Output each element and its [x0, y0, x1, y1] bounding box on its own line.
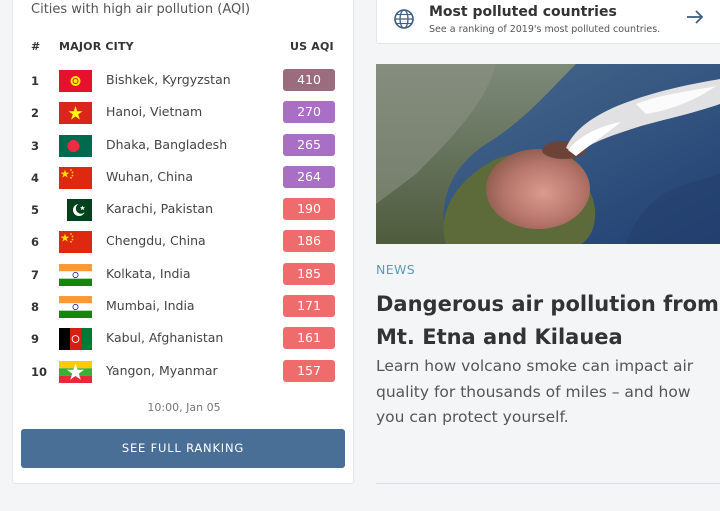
- city-name: Yangon, Myanmar: [106, 362, 218, 378]
- aqi-badge: 270: [283, 101, 335, 124]
- ranking-row[interactable]: 3 Dhaka, Bangladesh 265: [13, 130, 355, 162]
- rank-number: 10: [31, 364, 48, 379]
- china-flag-icon: [59, 166, 92, 189]
- ranking-row[interactable]: 1 Bishkek, Kyrgyzstan 410: [13, 65, 355, 97]
- aqi-badge: 190: [283, 198, 335, 221]
- city-name: Karachi, Pakistan: [106, 201, 213, 217]
- india-flag-icon: [59, 263, 92, 286]
- article-description: Learn how volcano smoke can impact air q…: [376, 357, 694, 426]
- ranking-row[interactable]: 4 Wuhan, China 264: [13, 162, 355, 194]
- aqi-badge: 185: [283, 262, 335, 285]
- city-name: Mumbai, India: [106, 298, 195, 314]
- page: Cities with high air pollution (AQI) # M…: [0, 0, 720, 511]
- aqi-badge: 161: [283, 327, 335, 350]
- ranking-list: 1 Bishkek, Kyrgyzstan 410 2 Hanoi, Vietn…: [13, 65, 355, 388]
- city-name: Kabul, Afghanistan: [106, 330, 224, 346]
- city-column-header: MAJOR CITY: [59, 40, 134, 53]
- ranking-row[interactable]: 8 Mumbai, India 171: [13, 291, 355, 323]
- rank-number: 4: [31, 170, 40, 185]
- city-name: Hanoi, Vietnam: [106, 104, 203, 120]
- ranking-row[interactable]: 9 Kabul, Afghanistan 161: [13, 323, 355, 355]
- countries-card-title: Most polluted countries: [429, 4, 617, 20]
- ranking-row[interactable]: 6 Chengdu, China 186: [13, 226, 355, 258]
- aqi-badge: 157: [283, 359, 335, 382]
- city-name: Dhaka, Bangladesh: [106, 136, 228, 152]
- timestamp-text: 10:00, Jan 05: [147, 401, 221, 414]
- rank-number: 7: [31, 267, 40, 282]
- aqi-column-header: US AQI: [290, 40, 334, 53]
- countries-card-subtitle: See a ranking of 2019's most polluted co…: [429, 24, 661, 35]
- china-flag-icon: [59, 231, 92, 254]
- rank-column-header: #: [31, 40, 41, 53]
- city-ranking-card: Cities with high air pollution (AQI) # M…: [12, 0, 354, 484]
- myanmar-flag-icon: [59, 360, 92, 383]
- aqi-badge: 264: [283, 165, 335, 188]
- kyrgyzstan-flag-icon: [59, 70, 92, 92]
- city-name: Kolkata, India: [106, 265, 191, 281]
- bangladesh-flag-icon: [59, 134, 92, 157]
- india-flag-icon: [59, 296, 92, 319]
- article-tag: NEWS: [376, 262, 416, 277]
- rank-number: 6: [31, 235, 40, 250]
- section-divider: [376, 483, 720, 484]
- rank-number: 2: [31, 106, 40, 121]
- volcano-article-image[interactable]: [376, 64, 720, 244]
- aqi-badge: 186: [283, 230, 335, 253]
- afghanistan-flag-icon: [59, 328, 92, 351]
- arrow-right-icon[interactable]: [685, 7, 705, 27]
- rank-number: 5: [31, 203, 40, 218]
- aqi-badge: 171: [283, 295, 335, 318]
- ranking-row[interactable]: 7 Kolkata, India 185: [13, 259, 355, 291]
- aqi-badge: 410: [283, 69, 335, 91]
- rank-number: 9: [31, 332, 40, 347]
- aqi-badge: 265: [283, 133, 335, 156]
- article-headline[interactable]: Dangerous air pollution from Mt. Etna an…: [376, 288, 720, 354]
- ranking-timestamp: 10:00, Jan 05: [13, 401, 355, 414]
- see-full-ranking-button[interactable]: SEE FULL RANKING: [21, 429, 345, 468]
- city-name: Wuhan, China: [106, 168, 193, 184]
- ranking-title: Cities with high air pollution (AQI): [31, 2, 251, 17]
- city-name: Bishkek, Kyrgyzstan: [106, 72, 231, 87]
- ranking-row[interactable]: 2 Hanoi, Vietnam 270: [13, 97, 355, 129]
- city-name: Chengdu, China: [106, 233, 206, 249]
- rank-number: 1: [31, 74, 40, 88]
- ranking-row[interactable]: 5 Karachi, Pakistan 190: [13, 194, 355, 226]
- rank-number: 8: [31, 300, 40, 315]
- most-polluted-countries-link[interactable]: Most polluted countries See a ranking of…: [376, 0, 720, 44]
- pakistan-flag-icon: [59, 199, 92, 222]
- globe-icon: [394, 9, 414, 29]
- ranking-row[interactable]: 10 Yangon, Myanmar 157: [13, 356, 355, 388]
- vietnam-flag-icon: [59, 102, 92, 125]
- rank-number: 3: [31, 138, 40, 153]
